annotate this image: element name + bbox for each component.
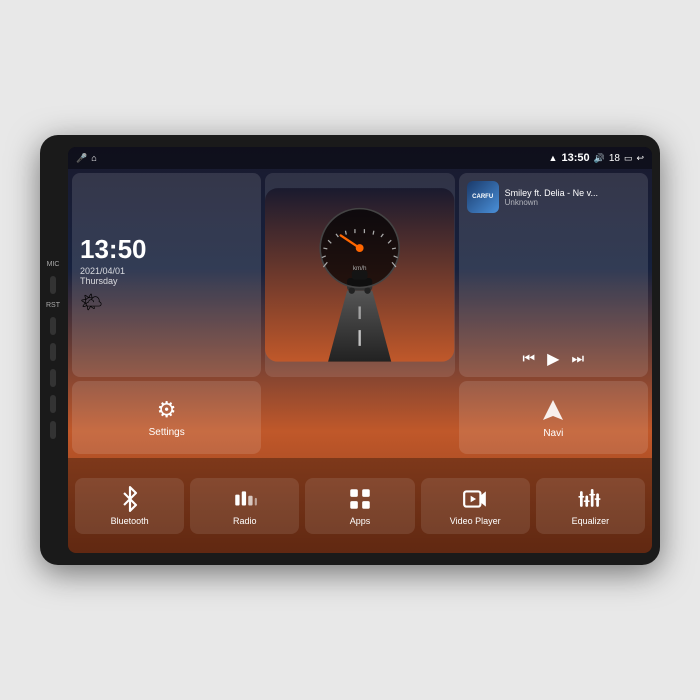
mic-label: MIC — [47, 261, 60, 268]
navi-icon — [539, 396, 567, 424]
music-controls: ⏮ ▶ ⏭ — [467, 349, 640, 369]
apps-label: Apps — [350, 516, 371, 526]
music-title: Smiley ft. Delia - Ne v... — [505, 188, 640, 198]
bluetooth-app[interactable]: Bluetooth — [75, 478, 184, 534]
status-bar: 🎤 ⌂ ▲ 13:50 🔊 18 ▭ ↩ — [68, 147, 652, 169]
equalizer-app[interactable]: Equalizer — [536, 478, 645, 534]
music-info: CARFU Smiley ft. Delia - Ne v... Unknown — [467, 181, 640, 213]
settings-icon: ⚙ — [157, 397, 177, 423]
radio-app[interactable]: Radio — [190, 478, 299, 534]
side-button-3[interactable] — [50, 343, 56, 361]
side-button-6[interactable] — [50, 421, 56, 439]
equalizer-icon — [577, 486, 603, 512]
side-button-2[interactable] — [50, 317, 56, 335]
bluetooth-label: Bluetooth — [111, 516, 149, 526]
rst-label: RST — [46, 302, 60, 309]
back-icon[interactable]: ↩ — [636, 153, 644, 164]
side-button-4[interactable] — [50, 369, 56, 387]
next-button[interactable]: ⏭ — [571, 350, 584, 367]
screen: 🎤 ⌂ ▲ 13:50 🔊 18 ▭ ↩ 13:50 2021/04/01 — [68, 147, 652, 553]
music-artist: Unknown — [505, 198, 640, 207]
clock-date: 2021/04/01 — [80, 266, 253, 276]
svg-text:km/h: km/h — [353, 265, 367, 272]
bluetooth-icon — [117, 486, 143, 512]
side-buttons: MIC RST — [46, 261, 60, 439]
prev-button[interactable]: ⏮ — [523, 350, 536, 367]
video-player-label: Video Player — [450, 516, 501, 526]
status-left: 🎤 ⌂ — [76, 153, 97, 164]
clock-time: 13:50 — [80, 236, 253, 262]
volume-icon: 🔊 — [594, 153, 605, 164]
speedometer-widget: km/h — [265, 173, 454, 377]
music-text: Smiley ft. Delia - Ne v... Unknown — [505, 188, 640, 207]
center-spacer — [265, 381, 454, 454]
logo-text: CARFU — [472, 194, 493, 200]
play-button[interactable]: ▶ — [547, 349, 559, 369]
signal-icon: ▭ — [624, 153, 633, 164]
navi-label: Navi — [543, 428, 563, 439]
apps-icon — [347, 486, 373, 512]
weather-icon: 🌤 — [80, 292, 253, 313]
home-icon: ⌂ — [91, 153, 96, 163]
navi-button[interactable]: Navi — [459, 381, 648, 454]
wifi-icon: ▲ — [549, 153, 558, 163]
main-screen: 🎤 ⌂ ▲ 13:50 🔊 18 ▭ ↩ 13:50 2021/04/01 — [68, 147, 652, 553]
side-button-1[interactable] — [50, 276, 56, 294]
car-unit: MIC RST 🎤 ⌂ ▲ 13:50 🔊 18 ▭ ↩ — [40, 135, 660, 565]
clock-day: Thursday — [80, 276, 253, 286]
equalizer-label: Equalizer — [572, 516, 610, 526]
clock-widget: 13:50 2021/04/01 Thursday 🌤 — [72, 173, 261, 377]
video-icon — [462, 486, 488, 512]
mic-icon: 🎤 — [76, 153, 87, 164]
main-grid: 13:50 2021/04/01 Thursday 🌤 — [68, 169, 652, 458]
speedometer-svg: km/h — [265, 173, 454, 377]
music-widget: CARFU Smiley ft. Delia - Ne v... Unknown… — [459, 173, 648, 377]
video-player-app[interactable]: Video Player — [421, 478, 530, 534]
music-app-logo: CARFU — [467, 181, 499, 213]
app-bar: Bluetooth Radio — [68, 458, 652, 553]
status-time: 13:50 — [561, 152, 589, 164]
radio-label: Radio — [233, 516, 257, 526]
side-button-5[interactable] — [50, 395, 56, 413]
settings-button[interactable]: ⚙ Settings — [72, 381, 261, 454]
volume-level: 18 — [609, 153, 620, 164]
settings-label: Settings — [149, 427, 185, 438]
radio-icon — [232, 486, 258, 512]
apps-app[interactable]: Apps — [305, 478, 414, 534]
status-right: ▲ 13:50 🔊 18 ▭ ↩ — [549, 152, 644, 164]
